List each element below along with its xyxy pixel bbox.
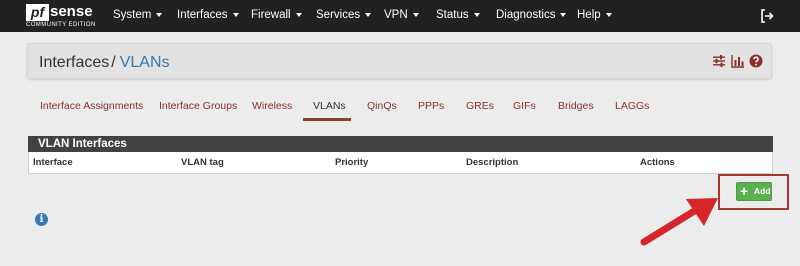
vlan-interfaces-panel: VLAN Interfaces Interface VLAN tag Prior…: [28, 136, 773, 174]
caret-down-icon: [295, 12, 302, 17]
breadcrumb-separator: /: [111, 54, 116, 71]
top-navbar: pf sense COMMUNITY EDITION System Interf…: [0, 0, 800, 32]
nav-help[interactable]: Help: [577, 0, 612, 32]
help-icon[interactable]: [749, 54, 763, 68]
bar-chart-icon[interactable]: [731, 54, 745, 68]
plus-icon: +: [740, 183, 749, 199]
tab-ppps[interactable]: PPPs: [418, 99, 444, 113]
breadcrumb-current[interactable]: VLANs: [120, 54, 170, 71]
nav-system[interactable]: System: [113, 0, 163, 32]
add-button-label: Add: [754, 186, 771, 196]
logo-wordmark: sense: [50, 3, 93, 20]
annotation-arrow-icon: [640, 198, 718, 246]
caret-down-icon: [412, 12, 419, 17]
page-title: Interfaces / VLANs: [39, 53, 170, 72]
nav-firewall[interactable]: Firewall: [251, 0, 302, 32]
info-icon[interactable]: i: [35, 213, 48, 226]
tab-vlans[interactable]: VLANs: [313, 99, 346, 113]
sliders-icon[interactable]: [712, 54, 726, 68]
pfsense-logo[interactable]: pf sense COMMUNITY EDITION: [26, 3, 98, 30]
caret-down-icon: [473, 12, 480, 17]
logo-mark: pf: [26, 4, 49, 21]
breadcrumb: Interfaces / VLANs: [27, 43, 772, 79]
tab-gres[interactable]: GREs: [466, 99, 494, 113]
panel-heading: VLAN Interfaces: [28, 136, 773, 152]
nav-services[interactable]: Services: [316, 0, 372, 32]
tab-bridges[interactable]: Bridges: [558, 99, 594, 113]
nav-vpn[interactable]: VPN: [384, 0, 419, 32]
column-header-description: Description: [466, 157, 519, 168]
caret-down-icon: [365, 12, 372, 17]
tab-interface-assignments[interactable]: Interface Assignments: [40, 99, 143, 113]
tab-interface-groups[interactable]: Interface Groups: [159, 99, 237, 113]
nav-interfaces[interactable]: Interfaces: [177, 0, 239, 32]
add-button[interactable]: + Add: [736, 182, 772, 201]
active-tab-indicator: [303, 118, 351, 121]
nav-status[interactable]: Status: [436, 0, 480, 32]
tab-laggs[interactable]: LAGGs: [615, 99, 649, 113]
tab-wireless[interactable]: Wireless: [252, 99, 292, 113]
logo-edition: COMMUNITY EDITION: [26, 22, 96, 28]
sign-out-icon[interactable]: [760, 9, 774, 23]
column-header-priority: Priority: [335, 157, 369, 168]
tab-qinqs[interactable]: QinQs: [367, 99, 397, 113]
column-header-actions: Actions: [640, 157, 675, 168]
nav-diagnostics[interactable]: Diagnostics: [496, 0, 567, 32]
caret-down-icon: [605, 12, 612, 17]
breadcrumb-parent[interactable]: Interfaces: [39, 54, 109, 71]
caret-down-icon: [560, 12, 567, 17]
caret-down-icon: [232, 12, 239, 17]
caret-down-icon: [156, 12, 163, 17]
column-header-vlan-tag: VLAN tag: [181, 157, 224, 168]
column-header-interface: Interface: [33, 157, 73, 168]
tab-gifs[interactable]: GIFs: [513, 99, 536, 113]
